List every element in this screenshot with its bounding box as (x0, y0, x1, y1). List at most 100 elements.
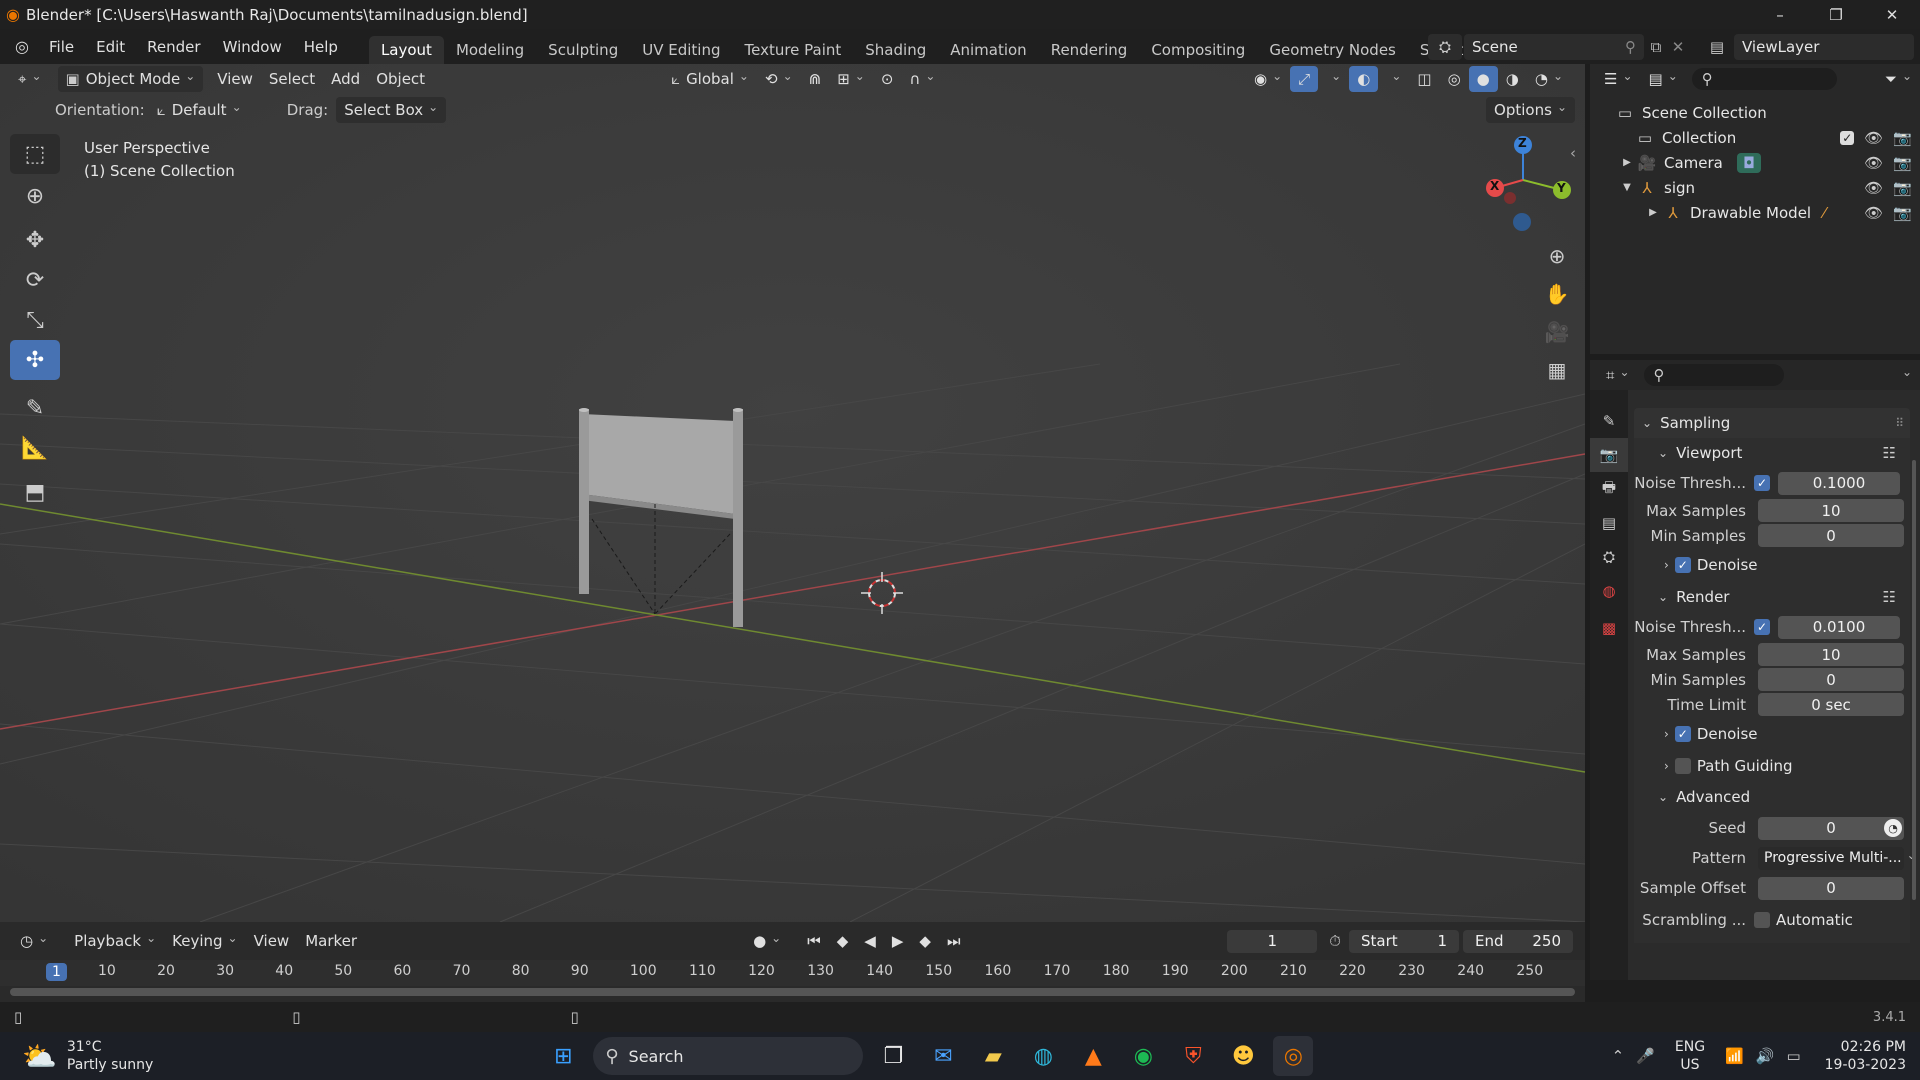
gizmo-dropdown-icon[interactable] (1318, 66, 1349, 92)
outliner-row-camera[interactable]: ▶ 🎥 Camera ◘ 👁 📷 (1590, 150, 1920, 175)
render-denoise-subpanel[interactable]: › ✓ Denoise (1634, 717, 1910, 751)
wifi-icon[interactable]: 📶 (1725, 1047, 1744, 1065)
filter-icon[interactable]: ⏷ (1877, 66, 1920, 92)
world-tab-icon[interactable]: ◍ (1590, 574, 1628, 608)
start-frame-field[interactable]: Start 1 (1349, 929, 1459, 953)
render-tab-icon[interactable]: 📷 (1590, 438, 1628, 472)
time-limit-field[interactable]: 0 sec (1758, 693, 1904, 716)
properties-editor-icon[interactable]: ⌗ (1598, 362, 1638, 388)
pin-icon[interactable]: ⚲ (1625, 38, 1636, 56)
menu-edit[interactable]: Edit (85, 38, 136, 56)
render-noise-checkbox[interactable]: ✓ (1754, 619, 1770, 635)
tab-sculpting[interactable]: Sculpting (536, 36, 630, 64)
close-button[interactable]: ✕ (1864, 6, 1920, 24)
scene-icon[interactable]: ⛭ (1428, 33, 1462, 60)
list-icon[interactable]: ☷ (1883, 588, 1896, 606)
tab-animation[interactable]: Animation (938, 36, 1038, 64)
measure-tool[interactable]: 📐 (10, 428, 60, 468)
blender-taskbar-icon[interactable]: ◎ (1273, 1036, 1314, 1076)
emoji-app-icon[interactable]: ☻ (1223, 1036, 1263, 1076)
tab-rendering[interactable]: Rendering (1039, 36, 1140, 64)
timeline-menu-marker[interactable]: Marker (297, 928, 365, 954)
advanced-subpanel-header[interactable]: ⌄ Advanced (1634, 781, 1910, 813)
timeline-editor-icon[interactable]: ◷ (12, 928, 56, 954)
clock-time[interactable]: 02:26 PM (1825, 1038, 1906, 1056)
edge-icon[interactable]: ◍ (1023, 1036, 1063, 1076)
path-guiding-checkbox[interactable] (1674, 758, 1691, 774)
render-camera-icon[interactable]: 📷 (1893, 154, 1912, 172)
tab-geometry-nodes[interactable]: Geometry Nodes (1257, 36, 1408, 64)
transform-tool[interactable]: ✣ (10, 340, 60, 380)
viewport-menu-object[interactable]: Object (368, 66, 433, 92)
visibility-icon[interactable]: ◉ (1246, 66, 1290, 92)
proportional-edit-icon[interactable]: ⊙ (873, 66, 902, 92)
move-tool[interactable]: ✥ (10, 220, 60, 260)
outliner-row-collection[interactable]: ▭ Collection ✓ 👁 📷 (1590, 125, 1920, 150)
minimize-button[interactable]: – (1752, 6, 1808, 24)
frame-ruler[interactable]: 1 10 20 30 40 50 60 70 80 90 100 110 120 130 140 150 160… (0, 960, 1585, 986)
viewport-menu-add[interactable]: Add (323, 66, 368, 92)
xray-toggle-icon[interactable]: ◫ (1409, 66, 1439, 92)
mail-icon[interactable]: ✉ (923, 1036, 963, 1076)
orientation-selector[interactable]: ⟀ Default (149, 97, 271, 123)
overlay-dropdown-icon[interactable] (1378, 66, 1409, 92)
menu-file[interactable]: File (38, 38, 85, 56)
weather-widget[interactable]: ⛅ 31°C Partly sunny (22, 1038, 153, 1074)
render-denoise-checkbox[interactable]: ✓ (1674, 726, 1691, 742)
menu-window[interactable]: Window (212, 38, 293, 56)
render-min-samples-field[interactable]: 0 (1758, 668, 1904, 691)
clock-date[interactable]: 19-03-2023 (1825, 1056, 1906, 1074)
texture-tab-icon[interactable]: ▩ (1590, 608, 1628, 648)
outliner-editor-icon[interactable]: ☰ (1596, 66, 1641, 92)
drag-handle-icon[interactable]: ⠿ (1895, 416, 1904, 430)
taskbar-search[interactable]: ⚲ Search (593, 1037, 864, 1075)
timeline-scrollbar[interactable] (10, 988, 1575, 996)
tab-texture-paint[interactable]: Texture Paint (732, 36, 853, 64)
viewport-denoise-subpanel[interactable]: › ✓ Denoise (1634, 548, 1910, 582)
outliner-row-sign[interactable]: ▼ ⅄ sign 👁 📷 (1590, 175, 1920, 200)
eye-icon[interactable]: 👁 (1864, 129, 1883, 147)
output-tab-icon[interactable]: 🖶 (1590, 472, 1628, 506)
expand-arrow-icon[interactable]: ▶ (1646, 207, 1660, 218)
end-frame-field[interactable]: End 250 (1463, 929, 1573, 953)
path-guiding-subpanel[interactable]: › Path Guiding (1634, 751, 1910, 781)
snap-icon[interactable]: ⋒ (801, 66, 830, 92)
jump-start-icon[interactable]: ⏮ (799, 928, 829, 954)
current-frame-field[interactable]: 1 (1227, 929, 1318, 953)
timeline-menu-keying[interactable]: Keying (164, 928, 245, 954)
viewport-denoise-checkbox[interactable]: ✓ (1674, 557, 1691, 573)
properties-scrollbar[interactable] (1912, 460, 1916, 900)
navigation-gizmo[interactable]: Z Y X (1470, 130, 1585, 250)
prev-keyframe-icon[interactable]: ◆ (829, 928, 857, 954)
falloff-icon[interactable]: ∩ (901, 66, 943, 92)
battery-icon[interactable]: ▭ (1786, 1047, 1800, 1065)
scrambling-checkbox[interactable] (1754, 912, 1770, 928)
exclude-checkbox[interactable]: ✓ (1840, 130, 1855, 145)
delete-scene-icon[interactable]: ✕ (1668, 38, 1688, 56)
clock-icon[interactable]: ◔ (1884, 819, 1902, 837)
ortho-toggle-button[interactable]: ▦ (1540, 353, 1574, 387)
zoom-button[interactable]: ⊕ (1540, 239, 1574, 273)
tool-tab-icon[interactable]: ✎ (1590, 404, 1628, 438)
tab-modeling[interactable]: Modeling (444, 36, 536, 64)
play-icon[interactable]: ▶ (884, 928, 912, 954)
play-reverse-icon[interactable]: ◀ (856, 928, 884, 954)
eye-icon[interactable]: 👁 (1864, 204, 1883, 222)
app-orange-icon[interactable]: ▲ (1073, 1036, 1113, 1076)
viewport-menu-view[interactable]: View (209, 66, 261, 92)
annotate-tool[interactable]: ✎ (10, 388, 60, 428)
render-noise-field[interactable]: 0.0100 (1778, 615, 1900, 639)
render-camera-icon[interactable]: 📷 (1893, 179, 1912, 197)
task-view-icon[interactable]: ❐ (873, 1036, 913, 1076)
jump-end-icon[interactable]: ⏭ (939, 928, 969, 954)
outliner-row-drawable-model[interactable]: ▶ ⅄ Drawable Model ⁄ 👁 📷 (1590, 200, 1920, 225)
eye-icon[interactable]: 👁 (1864, 154, 1883, 172)
eye-icon[interactable]: 👁 (1864, 179, 1883, 197)
pattern-dropdown[interactable]: Progressive Multi-... (1758, 846, 1904, 870)
editor-type-button[interactable]: ⌖ (10, 66, 50, 92)
view-layer-tab-icon[interactable]: ▤ (1590, 506, 1628, 540)
menu-render[interactable]: Render (136, 38, 211, 56)
blender-menu-icon[interactable]: ◎ (6, 37, 38, 56)
material-shading-icon[interactable]: ◑ (1498, 66, 1527, 92)
maximize-button[interactable]: ❐ (1808, 6, 1864, 24)
